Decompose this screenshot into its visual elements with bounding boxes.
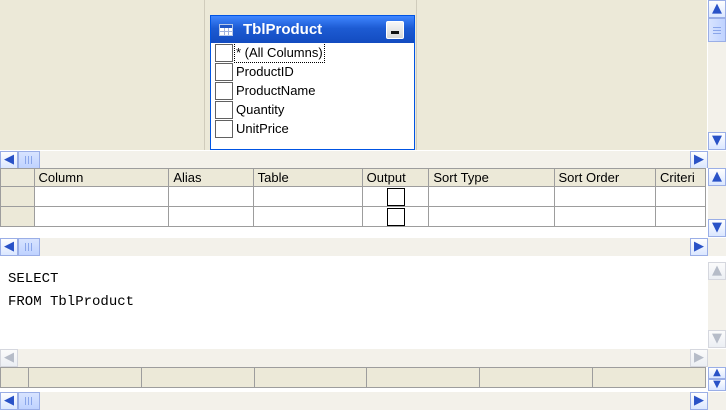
scroll-down-arrow-icon[interactable]: ▼ <box>708 379 726 391</box>
grid-header-sort-type[interactable]: Sort Type <box>428 168 555 187</box>
diagram-canvas: TblProduct * (All Columns) ProductID Pro… <box>0 0 706 150</box>
column-item-quantity[interactable]: Quantity <box>211 100 414 119</box>
results-grid[interactable] <box>0 367 706 388</box>
productid-checkbox[interactable] <box>215 62 233 81</box>
table-column-list[interactable]: * (All Columns) ProductID ProductName Qu… <box>211 43 414 149</box>
column-label: * (All Columns) <box>234 43 325 63</box>
results-grid-viewport[interactable] <box>0 367 706 391</box>
scroll-thumb[interactable] <box>18 392 40 410</box>
column-label: UnitPrice <box>236 121 289 136</box>
scroll-thumb[interactable] <box>18 238 40 256</box>
column-cell[interactable] <box>33 186 170 207</box>
scroll-left-arrow-icon[interactable]: ◀ <box>0 238 18 256</box>
column-item-all-columns[interactable]: * (All Columns) <box>211 43 414 63</box>
sql-vertical-scrollbar[interactable]: ▲ ▼ <box>707 262 726 348</box>
quantity-checkbox[interactable] <box>215 100 233 119</box>
sort-type-cell[interactable] <box>428 206 555 227</box>
results-corner-cell <box>0 367 29 388</box>
grid-header-output[interactable]: Output <box>361 168 430 187</box>
output-checkbox[interactable] <box>386 207 405 226</box>
table-title: TblProduct <box>243 21 323 38</box>
column-item-productname[interactable]: ProductName <box>211 81 414 100</box>
unitprice-checkbox[interactable] <box>215 119 233 138</box>
criteria-grid-viewport[interactable]: Column Alias Table Output Sort Type Sort… <box>0 168 706 237</box>
column-item-productid[interactable]: ProductID <box>211 62 414 81</box>
row-selector[interactable] <box>0 186 35 207</box>
sql-editor-text[interactable]: SELECT FROM TblProduct <box>8 268 134 314</box>
results-header-cell[interactable] <box>27 367 142 388</box>
all-columns-checkbox[interactable] <box>215 43 233 62</box>
table-icon <box>219 23 233 36</box>
column-cell[interactable] <box>33 206 170 227</box>
output-checkbox[interactable] <box>386 187 405 206</box>
scroll-left-arrow-icon: ◀ <box>0 349 18 367</box>
grid-row[interactable] <box>0 206 706 227</box>
diagram-pane: TblProduct * (All Columns) ProductID Pro… <box>0 0 726 169</box>
query-designer-window: TblProduct * (All Columns) ProductID Pro… <box>0 0 726 410</box>
results-vertical-scrollbar[interactable]: ▲ ▼ <box>707 367 726 391</box>
grid-header-sort-order[interactable]: Sort Order <box>553 168 657 187</box>
scroll-up-arrow-icon: ▲ <box>708 262 726 280</box>
diagram-horizontal-scrollbar[interactable]: ◀ ▶ <box>0 150 726 169</box>
results-header-cell[interactable] <box>253 367 368 388</box>
column-label: ProductID <box>236 64 294 79</box>
sql-horizontal-scrollbar[interactable]: ◀ ▶ <box>0 348 726 367</box>
column-label: Quantity <box>236 102 285 117</box>
scroll-down-arrow-icon: ▼ <box>708 330 726 348</box>
results-header-cell[interactable] <box>479 367 594 388</box>
criteria-cell[interactable] <box>655 186 706 207</box>
productname-checkbox[interactable] <box>215 81 233 100</box>
sort-order-cell[interactable] <box>553 206 657 227</box>
scroll-thumb[interactable] <box>18 151 40 169</box>
criteria-grid[interactable]: Column Alias Table Output Sort Type Sort… <box>0 168 706 227</box>
row-selector[interactable] <box>0 206 35 227</box>
criteria-cell[interactable] <box>655 206 706 227</box>
scroll-thumb[interactable] <box>708 18 726 42</box>
table-window-tblproduct[interactable]: TblProduct * (All Columns) ProductID Pro… <box>210 15 415 150</box>
table-titlebar[interactable]: TblProduct <box>211 16 414 43</box>
scroll-up-arrow-icon[interactable]: ▲ <box>708 168 726 186</box>
results-header-cell[interactable] <box>140 367 255 388</box>
sql-line-select: SELECT <box>8 271 59 287</box>
page-boundary-right <box>416 0 417 150</box>
column-item-unitprice[interactable]: UnitPrice <box>211 119 414 138</box>
grid-vertical-scrollbar[interactable]: ▲ ▼ <box>707 168 726 237</box>
sort-type-cell[interactable] <box>428 186 555 207</box>
results-horizontal-scrollbar[interactable]: ◀ ▶ <box>0 391 726 410</box>
alias-cell[interactable] <box>168 206 254 227</box>
grid-header-table[interactable]: Table <box>252 168 363 187</box>
table-cell[interactable] <box>252 186 363 207</box>
results-header-cell[interactable] <box>366 367 481 388</box>
grid-header-alias[interactable]: Alias <box>168 168 254 187</box>
scroll-left-arrow-icon[interactable]: ◀ <box>0 151 18 169</box>
sql-pane[interactable]: SELECT FROM TblProduct ▲ ▼ ◀ ▶ <box>0 262 726 368</box>
results-pane: ▲ ▼ ◀ ▶ <box>0 367 726 410</box>
sql-line-from: FROM TblProduct <box>8 294 135 310</box>
scroll-up-arrow-icon[interactable]: ▲ <box>708 0 726 18</box>
grid-header-criteria[interactable]: Criteri <box>655 168 706 187</box>
scroll-up-arrow-icon[interactable]: ▲ <box>708 367 726 379</box>
column-label: ProductName <box>236 83 316 98</box>
scroll-down-arrow-icon[interactable]: ▼ <box>708 219 726 237</box>
output-cell[interactable] <box>361 186 430 207</box>
table-cell[interactable] <box>252 206 363 227</box>
grid-corner-cell <box>0 168 35 187</box>
results-header-cell[interactable] <box>592 367 706 388</box>
alias-cell[interactable] <box>168 186 254 207</box>
grid-row[interactable] <box>0 186 706 207</box>
scroll-right-arrow-icon[interactable]: ▶ <box>690 238 708 256</box>
grid-horizontal-scrollbar[interactable]: ◀ ▶ <box>0 237 726 256</box>
scroll-down-arrow-icon[interactable]: ▼ <box>708 132 726 150</box>
sort-order-cell[interactable] <box>553 186 657 207</box>
grid-header-column[interactable]: Column <box>33 168 170 187</box>
scroll-right-arrow-icon[interactable]: ▶ <box>690 392 708 410</box>
diagram-vertical-scrollbar[interactable]: ▲ ▼ <box>707 0 726 150</box>
page-boundary-left <box>204 0 205 150</box>
scroll-right-arrow-icon: ▶ <box>690 349 708 367</box>
minimize-button[interactable] <box>386 20 404 39</box>
output-cell[interactable] <box>361 206 430 227</box>
scroll-right-arrow-icon[interactable]: ▶ <box>690 151 708 169</box>
criteria-grid-pane: Column Alias Table Output Sort Type Sort… <box>0 168 726 263</box>
scroll-left-arrow-icon[interactable]: ◀ <box>0 392 18 410</box>
